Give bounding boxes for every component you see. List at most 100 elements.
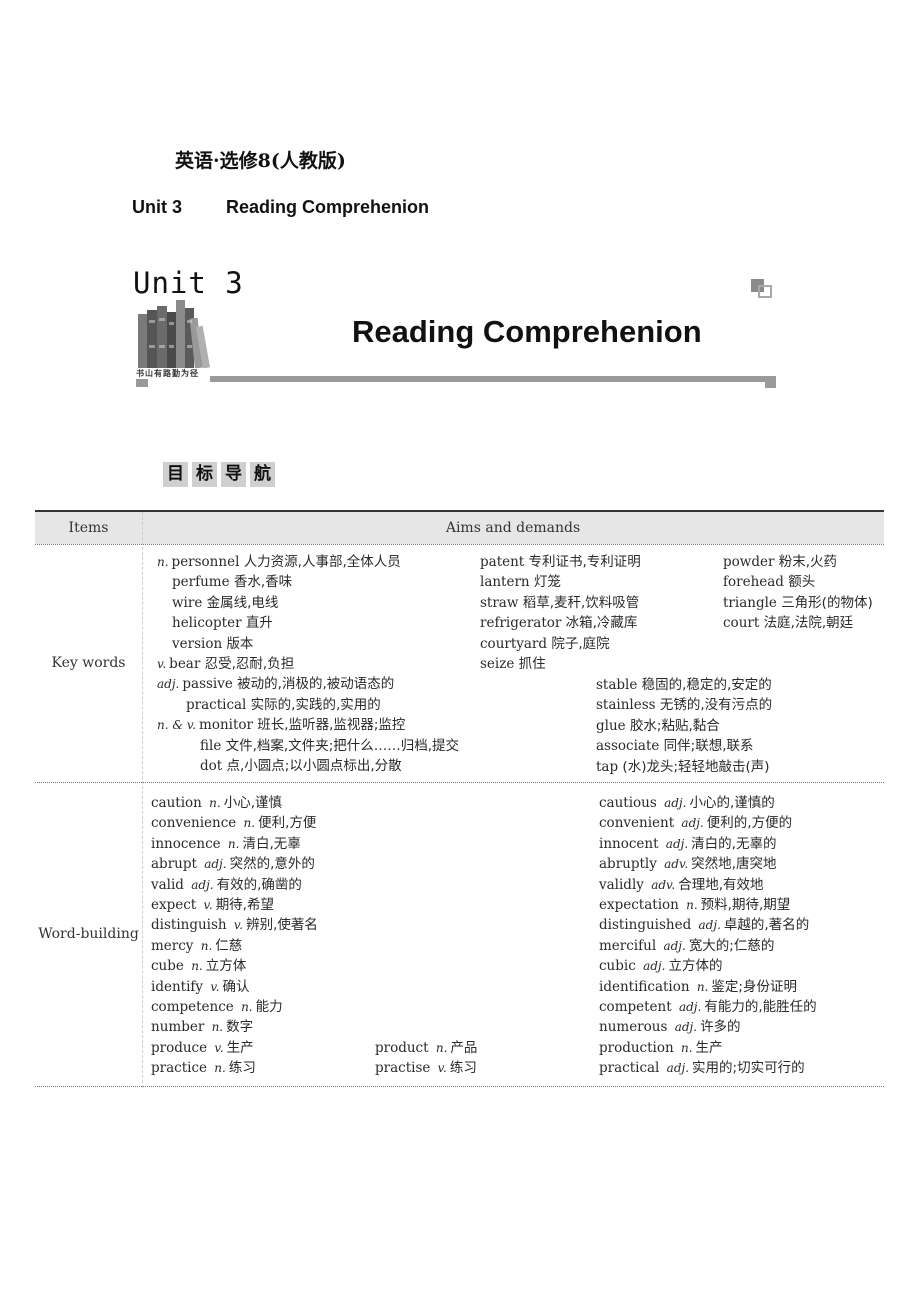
vocab-entry: associate 同伴;联想,联系	[596, 736, 754, 756]
entry-word: product	[375, 1040, 433, 1056]
entry-word: associate	[596, 738, 664, 755]
entry-translation: 灯笼	[533, 574, 561, 591]
row-divider	[35, 782, 884, 783]
entry-translation: 有效的,确凿的	[216, 876, 302, 893]
part-of-speech: adv.	[651, 877, 676, 892]
entry-translation: 产品	[450, 1040, 478, 1056]
vocab-entry: practice n. 练习	[151, 1058, 256, 1078]
section-title-char: 导	[221, 462, 246, 487]
vocab-entry: n. & v. monitor 班长,监听器,监视器;监控	[154, 715, 405, 735]
entry-word: practice	[151, 1060, 212, 1077]
banner-rule	[210, 376, 776, 382]
entry-translation: 数字	[226, 1019, 254, 1036]
vocab-entry: straw 稻草,麦秆,饮料吸管	[480, 593, 639, 613]
entry-translation: 能力	[255, 999, 283, 1015]
row-divider	[35, 544, 884, 545]
vocab-entry: product n. 产品	[375, 1038, 477, 1058]
entry-word: powder	[723, 554, 779, 570]
part-of-speech: adv.	[664, 857, 689, 872]
entry-translation: 练习	[228, 1060, 256, 1077]
vocab-entry: identify v. 确认	[151, 977, 249, 997]
entry-word: numerous	[599, 1019, 672, 1036]
vocab-entry: version 版本	[172, 634, 253, 654]
entry-translation: 班长,监听器,监视器;监控	[257, 717, 406, 734]
entry-word: patent	[480, 554, 529, 570]
entry-translation: 实用的;切实可行的	[692, 1060, 805, 1077]
part-of-speech: n.	[435, 1041, 448, 1055]
entry-translation: 法庭,法院,朝廷	[763, 615, 854, 632]
entry-translation: 小心的,谨慎的	[689, 795, 775, 811]
entry-translation: 直升	[245, 615, 273, 632]
part-of-speech: v.	[203, 898, 213, 912]
corner-squares-icon	[751, 279, 775, 301]
motto: 书山有路勤为径	[136, 369, 199, 378]
section-title-char: 目	[163, 462, 188, 487]
entry-word: triangle	[723, 594, 782, 611]
entry-word: glue	[596, 717, 630, 734]
entry-translation: 胶水;粘贴,黏合	[629, 717, 720, 734]
entry-word: competence	[151, 999, 239, 1015]
entry-word: refrigerator	[480, 615, 566, 632]
entry-translation: 卓越的,著名的	[723, 917, 810, 934]
word-building-label: Word-building	[38, 926, 139, 942]
entry-word: monitor	[199, 717, 258, 734]
entry-word: stable	[596, 677, 642, 693]
entry-word: valid	[151, 876, 189, 893]
entry-word: expectation	[599, 897, 684, 913]
entry-translation: 忍受,忍耐,负担	[204, 656, 295, 672]
entry-word: cubic	[599, 958, 641, 975]
entry-word: expect	[151, 897, 201, 913]
vocab-entry: tap (水)龙头;轻轻地敲击(声)	[596, 757, 770, 777]
vocab-entry: lantern 灯笼	[480, 572, 561, 592]
vocab-entry: helicopter 直升	[172, 613, 273, 633]
vocab-entry: v. bear 忍受,忍耐,负担	[154, 654, 294, 674]
entry-word: wire	[172, 594, 207, 611]
entry-translation: 香水,香味	[233, 574, 293, 591]
entry-translation: 金属线,电线	[206, 594, 279, 611]
entry-word: helicopter	[172, 615, 246, 632]
part-of-speech: n.	[211, 1020, 224, 1035]
entry-word: personnel	[171, 554, 244, 570]
vocab-entry: stainless 无锈的,没有污点的	[596, 695, 772, 715]
vocab-entry: competence n. 能力	[151, 997, 283, 1017]
part-of-speech: n.	[209, 796, 221, 810]
key-words-label: Key words	[51, 655, 126, 671]
part-of-speech: n. & v.	[157, 718, 197, 733]
entry-word: practical	[599, 1060, 664, 1077]
entry-word: convenient	[599, 815, 679, 832]
vocab-entry: production n. 生产	[599, 1038, 723, 1058]
entry-word: distinguish	[151, 917, 231, 934]
vocab-entry: number n. 数字	[151, 1017, 253, 1037]
vocab-entry: distinguish v. 辨别,使著名	[151, 915, 318, 935]
part-of-speech: adj.	[664, 796, 687, 810]
entry-translation: 清白,无辜	[242, 835, 301, 852]
entry-translation: 同伴;联想,联系	[663, 738, 754, 755]
vocab-entry: validly adv. 合理地,有效地	[599, 875, 764, 895]
entry-translation: 鉴定;身份证明	[711, 978, 797, 995]
entry-translation: 生产	[226, 1039, 254, 1056]
vocab-entry: practical adj. 实用的;切实可行的	[599, 1058, 805, 1078]
entry-word: perfume	[172, 574, 234, 591]
vocab-entry: refrigerator 冰箱,冷藏库	[480, 613, 637, 633]
part-of-speech: adj.	[666, 1061, 690, 1076]
part-of-speech: v.	[157, 657, 167, 671]
entry-word: merciful	[599, 937, 661, 954]
entry-translation: 稻草,麦秆,饮料吸管	[522, 594, 640, 611]
part-of-speech: n.	[157, 555, 169, 569]
vocab-entry: mercy n. 仁慈	[151, 936, 242, 956]
entry-translation: 立方体	[205, 958, 247, 975]
vocab-entry: practical 实际的,实践的,实用的	[186, 695, 381, 715]
vocab-entry: valid adj. 有效的,确凿的	[151, 875, 302, 895]
unit-heading: Unit 3 Reading Comprehenion	[132, 197, 429, 218]
vocab-entry: abruptly adv. 突然地,唐突地	[599, 854, 776, 874]
entry-translation: 三角形(的物体)	[781, 594, 873, 611]
unit-subtitle: Reading Comprehenion	[226, 197, 430, 217]
entry-translation: 小心,谨慎	[223, 795, 283, 811]
banner-unit: Unit 3	[133, 266, 244, 300]
entry-word: practise	[375, 1060, 435, 1077]
vocab-entry: numerous adj. 许多的	[599, 1017, 741, 1037]
section-title-char: 航	[250, 462, 275, 487]
entry-translation: 稳固的,稳定的,安定的	[641, 677, 772, 693]
entry-translation: 抓住	[518, 656, 546, 672]
vocab-entry: stable 稳固的,稳定的,安定的	[596, 675, 772, 695]
